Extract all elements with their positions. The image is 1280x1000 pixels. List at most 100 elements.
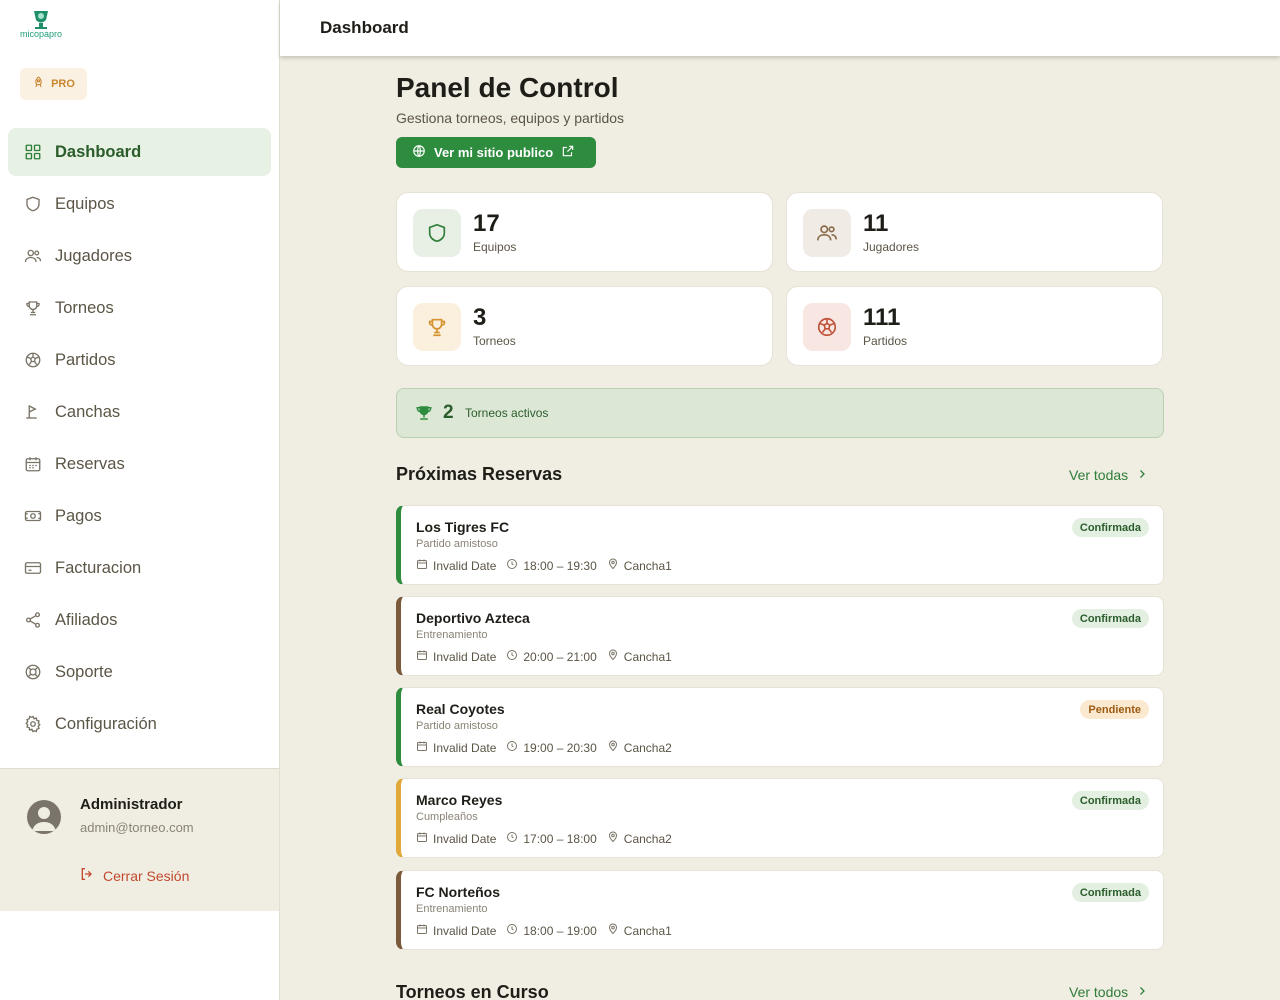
stat-card-jugadores[interactable]: 11 Jugadores: [786, 192, 1163, 272]
soccer-ball-icon: [24, 351, 42, 369]
tournaments-title: Torneos en Curso: [396, 982, 549, 1000]
reservation-date: Invalid Date: [433, 740, 497, 755]
active-tournaments-label: Torneos activos: [465, 406, 549, 420]
soccer-ball-icon: [803, 303, 851, 351]
reservation-name: Real Coyotes: [416, 701, 505, 717]
calendar-icon: [416, 740, 428, 755]
sidebar-item-torneos[interactable]: Torneos: [8, 284, 271, 332]
calendar-icon: [416, 558, 428, 573]
sidebar-item-label: Afiliados: [55, 610, 118, 629]
reservation-type: Entrenamiento: [416, 903, 488, 915]
chevron-right-icon: [1136, 467, 1148, 483]
sidebar-nav: Dashboard Equipos Jugadores Torneos Part…: [8, 128, 271, 752]
reservation-type: Partido amistoso: [416, 538, 498, 550]
page-subtitle: Gestiona torneos, equipos y partidos: [396, 110, 625, 126]
location-pin-icon: [607, 831, 619, 846]
stat-value: 3: [473, 304, 487, 331]
sidebar-item-label: Soporte: [55, 662, 113, 681]
reservation-card[interactable]: FC Norteños Entrenamiento Invalid Date 18:0…: [396, 870, 1164, 950]
see-all-label: Ver todas: [1069, 467, 1129, 483]
logout-icon: [79, 866, 95, 885]
stat-value: 111: [863, 304, 901, 331]
reservation-card[interactable]: Los Tigres FC Partido amistoso Invalid Dat…: [396, 505, 1164, 585]
sidebar-item-pagos[interactable]: Pagos: [8, 492, 271, 540]
credit-card-icon: [24, 559, 42, 577]
status-badge: Confirmada: [1071, 518, 1149, 537]
reservation-name: Marco Reyes: [416, 792, 503, 808]
status-badge: Pendiente: [1080, 700, 1149, 719]
reservation-date: Invalid Date: [433, 649, 497, 664]
logout-button[interactable]: Cerrar Sesión: [79, 866, 189, 885]
reservation-time: 18:00 – 19:30: [523, 558, 597, 573]
grid-icon: [24, 143, 42, 161]
sidebar-item-label: Jugadores: [55, 246, 133, 265]
reservation-time: 18:00 – 19:00: [523, 923, 597, 938]
reservation-time: 19:00 – 20:30: [523, 740, 597, 755]
public-site-label: Ver mi sitio publico: [434, 145, 554, 160]
status-badge: Confirmada: [1071, 791, 1149, 810]
plan-label: PRO: [51, 78, 75, 90]
avatar[interactable]: [27, 800, 61, 834]
see-all-label: Ver todos: [1069, 984, 1129, 1000]
stat-label: Equipos: [473, 240, 517, 254]
topbar-title: Dashboard: [320, 18, 409, 37]
sidebar-item-reservas[interactable]: Reservas: [8, 440, 271, 488]
calendar-icon: [416, 831, 428, 846]
reservation-meta: Invalid Date 18:00 – 19:00 Cancha1: [416, 923, 682, 938]
sidebar-item-dashboard[interactable]: Dashboard: [8, 128, 271, 176]
reservation-court: Cancha1: [623, 923, 672, 938]
sidebar-item-partidos[interactable]: Partidos: [8, 336, 271, 384]
sidebar-item-label: Equipos: [55, 194, 115, 213]
clock-icon: [506, 923, 518, 938]
topbar: Dashboard: [280, 0, 1280, 56]
stat-label: Partidos: [863, 334, 908, 348]
stat-label: Jugadores: [863, 240, 920, 254]
brand-logo[interactable]: micopapro: [16, 8, 66, 42]
location-pin-icon: [607, 649, 619, 664]
stat-card-equipos[interactable]: 17 Equipos: [396, 192, 773, 272]
reservation-card[interactable]: Marco Reyes Cumpleaños Invalid Date 17:00 –…: [396, 778, 1164, 858]
reservation-meta: Invalid Date 17:00 – 18:00 Cancha2: [416, 831, 682, 846]
reservations-see-all-link[interactable]: Ver todas: [1069, 467, 1148, 483]
flag-icon: [24, 403, 42, 421]
sidebar-item-soporte[interactable]: Soporte: [8, 648, 271, 696]
calendar-icon: [416, 923, 428, 938]
reservations-title: Próximas Reservas: [396, 464, 563, 484]
reservation-date: Invalid Date: [433, 831, 497, 846]
location-pin-icon: [607, 923, 619, 938]
public-site-button[interactable]: Ver mi sitio publico: [396, 137, 596, 168]
sidebar-item-label: Configuración: [55, 714, 157, 733]
reservation-card[interactable]: Deportivo Azteca Entrenamiento Invalid Dat…: [396, 596, 1164, 676]
clock-icon: [506, 740, 518, 755]
sidebar-item-label: Torneos: [55, 298, 114, 317]
reservation-court: Cancha1: [623, 649, 672, 664]
lifebuoy-icon: [24, 663, 42, 681]
tournaments-see-all-link[interactable]: Ver todos: [1069, 984, 1148, 1000]
sidebar-item-jugadores[interactable]: Jugadores: [8, 232, 271, 280]
sidebar-item-facturacion[interactable]: Facturacion: [8, 544, 271, 592]
reservation-court: Cancha2: [623, 831, 672, 846]
sidebar-item-label: Pagos: [55, 506, 102, 525]
clock-icon: [506, 649, 518, 664]
status-badge: Confirmada: [1071, 883, 1149, 902]
sidebar-item-configuracion[interactable]: Configuración: [8, 700, 271, 748]
external-link-icon: [561, 144, 575, 161]
stat-card-torneos[interactable]: 3 Torneos: [396, 286, 773, 366]
reservation-time: 17:00 – 18:00: [523, 831, 597, 846]
sidebar-item-canchas[interactable]: Canchas: [8, 388, 271, 436]
status-badge: Confirmada: [1071, 609, 1149, 628]
stat-card-partidos[interactable]: 111 Partidos: [786, 286, 1163, 366]
clock-icon: [506, 831, 518, 846]
shield-icon: [413, 209, 461, 257]
sidebar-item-label: Dashboard: [55, 142, 142, 161]
user-name: Administrador: [80, 796, 183, 813]
users-icon: [24, 247, 42, 265]
sidebar-item-afiliados[interactable]: Afiliados: [8, 596, 271, 644]
sidebar-item-label: Facturacion: [55, 558, 142, 577]
money-icon: [24, 507, 42, 525]
sidebar-item-equipos[interactable]: Equipos: [8, 180, 271, 228]
location-pin-icon: [607, 558, 619, 573]
reservation-card[interactable]: Real Coyotes Partido amistoso Invalid Date…: [396, 687, 1164, 767]
share-icon: [24, 611, 42, 629]
reservation-meta: Invalid Date 18:00 – 19:30 Cancha1: [416, 558, 682, 573]
